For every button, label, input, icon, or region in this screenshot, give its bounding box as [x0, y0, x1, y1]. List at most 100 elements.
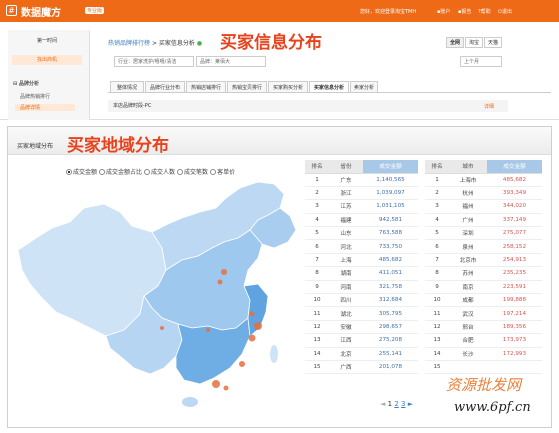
page-3[interactable]: 3	[401, 400, 405, 408]
header-amount[interactable]: 成交金额	[363, 160, 418, 174]
amount-cell: 344,020	[487, 199, 542, 214]
nav-account[interactable]: ▪账户	[437, 8, 450, 15]
table-row[interactable]: 15 广西 201,078	[305, 360, 418, 375]
bubble-hebei[interactable]	[217, 279, 223, 285]
brand-name[interactable]: 数据魔方	[21, 4, 61, 19]
table-row[interactable]: 11 武汉 197,214	[425, 306, 542, 321]
table-row[interactable]: 5 深圳 275,077	[425, 226, 542, 241]
sidebar-item-hot-brands[interactable]: 品牌热销排行	[20, 93, 50, 100]
industry-select[interactable]: 行业：居家洗护/嘻嘻/清洁	[114, 56, 194, 67]
nav-help[interactable]: ?帮助	[478, 8, 491, 15]
bubble-hubei[interactable]	[206, 328, 210, 332]
nav-report[interactable]: ▪报告	[458, 8, 471, 15]
table-row[interactable]: 9 河南 321,758	[305, 280, 418, 295]
amount-cell: 223,591	[487, 280, 542, 295]
table-row[interactable]: 3 福州 344,020	[425, 199, 542, 214]
bubble-sichuan[interactable]	[160, 326, 164, 330]
rank-cell: 7	[425, 253, 449, 268]
toggle-all[interactable]: 全网	[446, 37, 464, 48]
table-row[interactable]: 10 四川 312,684	[305, 293, 418, 308]
table-row[interactable]: 5 山东 763,588	[305, 226, 418, 241]
page-2[interactable]: 2	[394, 400, 398, 408]
sidebar-item-opportunity[interactable]: 找出商机	[12, 55, 82, 65]
bubble-guangdong[interactable]	[212, 380, 220, 388]
bubble-jiangsu[interactable]	[249, 311, 255, 317]
header-rank[interactable]: 排名	[425, 160, 449, 174]
radio-amount[interactable]: 成交金额	[66, 167, 97, 176]
table-row[interactable]: 1 广东 1,140,565	[305, 173, 418, 187]
header-city[interactable]: 城市	[449, 160, 487, 174]
table-row[interactable]: 7 上海 485,682	[305, 253, 418, 268]
bubble-fujian[interactable]	[239, 361, 245, 367]
amount-cell: 337,149	[487, 213, 542, 228]
table-row[interactable]: 12 邢台 189,356	[425, 320, 542, 335]
region-cell: 福州	[449, 199, 487, 214]
table-row[interactable]: 2 浙江 1,039,097	[305, 186, 418, 201]
header-amount[interactable]: 成交金额	[487, 160, 542, 174]
bubble-beijing[interactable]	[221, 269, 227, 275]
table-row[interactable]: 8 湖南 411,051	[305, 266, 418, 281]
region-cell: 山东	[329, 226, 363, 241]
table-row[interactable]: 14 长沙 172,993	[425, 347, 542, 361]
header-province[interactable]: 省份	[329, 160, 363, 174]
header-rank[interactable]: 排名	[305, 160, 329, 174]
radio-dot[interactable]	[99, 168, 106, 175]
table-row[interactable]: 15	[425, 360, 542, 375]
bubble-shenzhen[interactable]	[223, 385, 229, 391]
table-row[interactable]: 4 福建 942,581	[305, 213, 418, 228]
rank-cell: 13	[425, 333, 449, 348]
radio-buyers[interactable]: 成交人数	[144, 167, 175, 176]
map-region-hainan[interactable]	[182, 397, 198, 407]
amount-cell: 942,581	[363, 213, 418, 228]
table-row[interactable]: 9 南京 223,591	[425, 280, 542, 295]
sidebar-item-brand-detail[interactable]: 品牌详情	[15, 104, 75, 111]
radio-avg-price[interactable]: 客单价	[210, 167, 235, 176]
prev-page-button[interactable]: ◄	[380, 400, 385, 408]
nav-logout[interactable]: ⏻退出	[498, 8, 512, 15]
map-region-south[interactable]	[175, 317, 251, 385]
table-row[interactable]: 1 上海市 485,682	[425, 173, 542, 187]
region-cell: 成都	[449, 293, 487, 308]
amount-cell: 199,888	[487, 293, 542, 308]
china-map[interactable]	[12, 178, 304, 423]
bubble-shanghai[interactable]	[254, 322, 262, 330]
sidebar-section-brand[interactable]: ⊟ 品牌分析	[13, 80, 39, 87]
amount-cell: 733,750	[363, 239, 418, 254]
amount-cell: 172,993	[487, 347, 542, 361]
metric-radio-group: 成交金额 成交金额占比 成交人数 成交笔数 客单价	[66, 167, 235, 176]
radio-dot[interactable]	[210, 168, 217, 175]
table-row[interactable]: 12 安徽 298,657	[305, 320, 418, 335]
table-row[interactable]: 10 成都 199,888	[425, 293, 542, 308]
map-region-taiwan[interactable]	[270, 345, 278, 363]
next-page-button[interactable]: ►	[408, 400, 413, 408]
table-row[interactable]: 13 合肥 173,973	[425, 333, 542, 348]
toggle-taobao[interactable]: 淘宝	[465, 37, 483, 48]
radio-dot[interactable]	[177, 168, 184, 175]
bubble-zhejiang[interactable]	[248, 334, 256, 342]
region-cell: 泉州	[449, 239, 487, 254]
table-row[interactable]: 6 河北 733,750	[305, 239, 418, 254]
table-row[interactable]: 13 江西 275,208	[305, 333, 418, 348]
brand-select[interactable]: 品牌：莱佰大	[196, 56, 266, 67]
region-cell: 武汉	[449, 306, 487, 321]
table-row[interactable]: 11 湖北 305,795	[305, 306, 418, 321]
radio-orders[interactable]: 成交笔数	[177, 167, 208, 176]
amount-cell: 275,077	[487, 226, 542, 241]
table-row[interactable]: 2 杭州 393,349	[425, 186, 542, 201]
period-select[interactable]: 上个月	[460, 56, 502, 67]
radio-dot[interactable]	[144, 168, 151, 175]
amount-cell: 298,657	[363, 320, 418, 335]
table-row[interactable]: 3 江苏 1,031,105	[305, 199, 418, 214]
table-row[interactable]: 4 广州 337,149	[425, 213, 542, 228]
radio-amount-share[interactable]: 成交金额占比	[99, 167, 142, 176]
table-row[interactable]: 6 泉州 258,152	[425, 239, 542, 254]
detail-link[interactable]: 详细	[484, 103, 494, 110]
toggle-tmall[interactable]: 天猫	[484, 37, 502, 48]
table-row[interactable]: 8 苏州 235,235	[425, 266, 542, 281]
table-row[interactable]: 7 北京市 254,913	[425, 253, 542, 268]
radio-dot[interactable]	[66, 168, 72, 175]
breadcrumb-link[interactable]: 热销品牌排行榜	[108, 40, 150, 47]
page-1[interactable]: 1	[388, 400, 392, 408]
table-row[interactable]: 14 北京 255,141	[305, 347, 418, 361]
region-cell: 四川	[329, 293, 363, 308]
